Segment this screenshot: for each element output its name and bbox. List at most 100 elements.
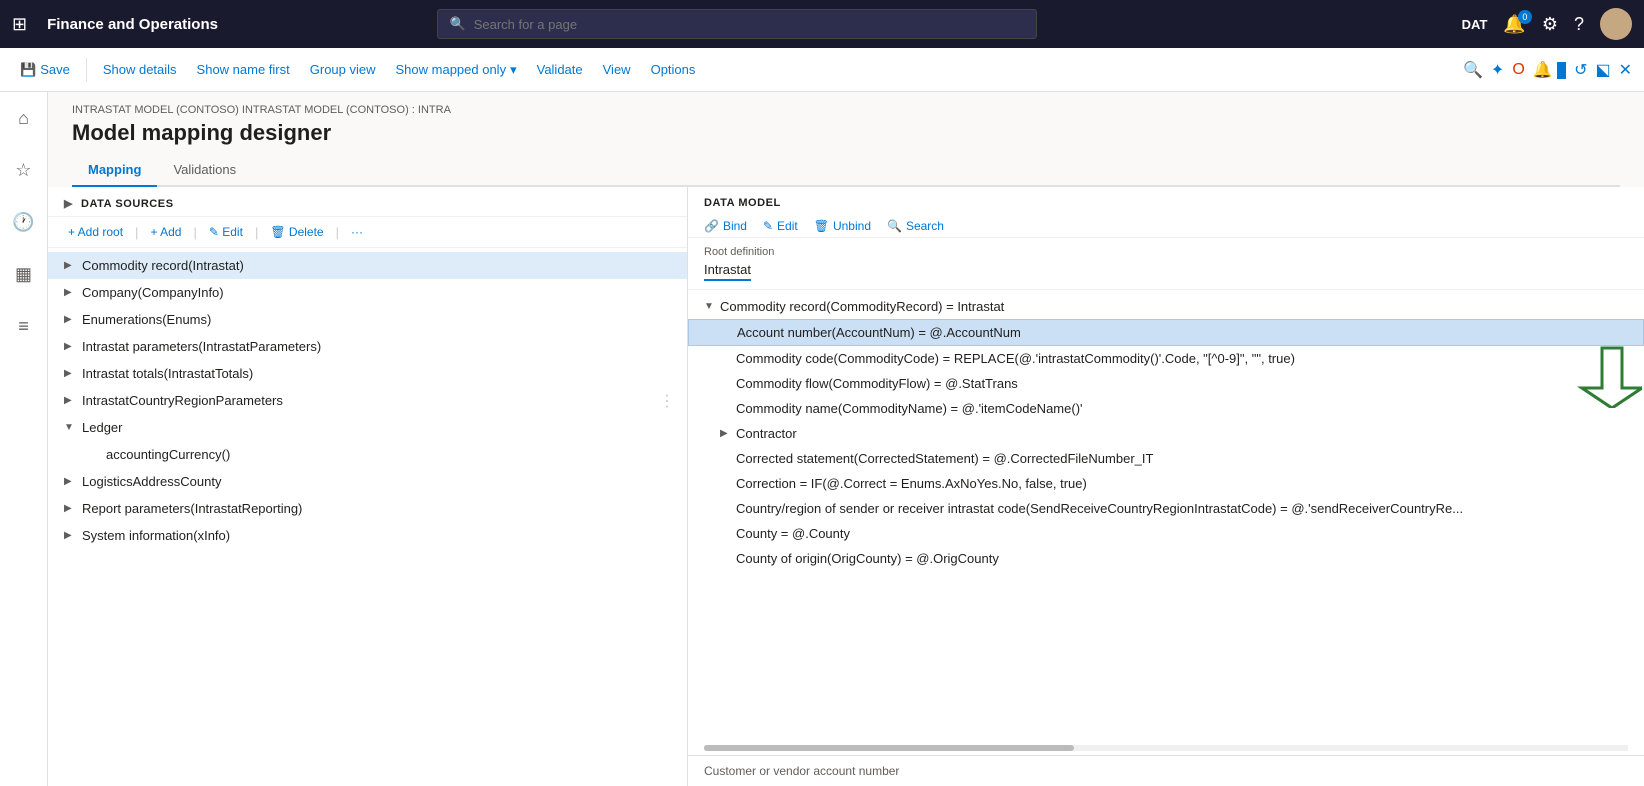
top-navigation: ⊞ Finance and Operations 🔍 DAT 🔔 0 ⚙ ? [0,0,1644,48]
datasources-tree: ▶ Commodity record(Intrastat) ▶ Company(… [48,248,687,786]
sidebar-icon-list[interactable]: ≡ [6,308,42,344]
expand-icon: ▶ [64,287,76,298]
validate-button[interactable]: Validate [529,58,591,81]
expand-icon: ▶ [64,341,76,352]
search-bar[interactable]: 🔍 [437,9,1037,39]
search-icon: 🔍 [887,219,902,233]
list-item[interactable]: ▶ Enumerations(Enums) [48,306,687,333]
app-title: Finance and Operations [47,16,218,33]
list-item[interactable]: Country/region of sender or receiver int… [688,496,1644,521]
user-avatar[interactable] [1600,8,1632,40]
show-mapped-only-button[interactable]: Show mapped only ▾ [388,58,525,82]
waffle-icon[interactable]: ⊞ [12,14,27,35]
breadcrumb: INTRASTAT MODEL (CONTOSO) INTRASTAT MODE… [72,104,1620,116]
toolbar-open-icon[interactable]: ⬕ [1595,60,1610,80]
datasources-toolbar: + Add root | + Add | ✎ Edit | 🗑 Delete |… [48,217,687,248]
expand-icon: ▶ [64,395,76,406]
expand-icon: ▶ [64,530,76,541]
notification-icon[interactable]: 🔔 0 [1503,14,1525,35]
sidebar-icon-favorites[interactable]: ☆ [6,152,42,188]
edit-button[interactable]: ✎ Edit [205,223,247,241]
expand-icon: ▼ [704,301,716,312]
expand-icon: ▶ [64,368,76,379]
help-icon[interactable]: ? [1574,14,1584,35]
expand-icon: ▶ [64,260,76,271]
list-item[interactable]: ▶ LogisticsAddressCounty [48,468,687,495]
datasources-header-label: DATA SOURCES [81,198,174,210]
notification-count: 0 [1518,10,1532,24]
list-item[interactable]: Correction = IF(@.Correct = Enums.AxNoYe… [688,471,1644,496]
view-button[interactable]: View [595,58,639,81]
datamodel-toolbar: 🔗 Bind ✎ Edit 🗑 Unbind 🔍 Search [688,215,1644,238]
list-item[interactable]: ▶ Intrastat totals(IntrastatTotals) [48,360,687,387]
bottom-status: Customer or vendor account number [688,755,1644,786]
options-button[interactable]: Options [643,58,704,81]
bind-button[interactable]: 🔗 Bind [704,219,747,233]
main-layout: ⌂ ☆ 🕐 ▦ ≡ INTRASTAT MODEL (CONTOSO) INTR… [0,92,1644,786]
list-item[interactable]: ▶ IntrastatCountryRegionParameters ⋮ [48,387,687,414]
list-item[interactable]: ▶ Commodity record(Intrastat) [48,252,687,279]
list-item[interactable]: Account number(AccountNum) = @.AccountNu… [688,319,1644,346]
toolbar-close-icon[interactable]: ✕ [1619,60,1632,80]
datasources-collapse-icon[interactable]: ▶ [64,197,73,210]
page-title: Model mapping designer [72,120,1620,146]
drag-dots-icon: ⋮ [659,391,675,411]
expand-icon: ▶ [720,428,732,439]
datamodel-header-label: DATA MODEL [688,187,1644,215]
list-item[interactable]: ▶ Intrastat parameters(IntrastatParamete… [48,333,687,360]
list-item[interactable]: Commodity code(CommodityCode) = REPLACE(… [688,346,1644,371]
group-view-button[interactable]: Group view [302,58,384,81]
unbind-button[interactable]: 🗑 Unbind [814,219,871,233]
datasources-header: ▶ DATA SOURCES [48,187,687,217]
edit-model-button[interactable]: ✎ Edit [763,219,798,233]
list-item[interactable]: ▼ Ledger [48,414,687,441]
list-item[interactable]: ▶ System information(xInfo) [48,522,687,549]
expand-icon: ▶ [64,476,76,487]
toolbar-office-icon[interactable]: O [1512,61,1524,79]
list-item[interactable]: Commodity flow(CommodityFlow) = @.StatTr… [688,371,1644,396]
delete-button[interactable]: 🗑 Delete [266,223,327,241]
list-item[interactable]: County = @.County [688,521,1644,546]
list-item[interactable]: County of origin(OrigCounty) = @.OrigCou… [688,546,1644,571]
toolbar-right: 🔍 ✦ O 🔔 0 ↺ ⬕ ✕ [1463,60,1632,80]
list-item[interactable]: ▼ Commodity record(CommodityRecord) = In… [688,294,1644,319]
env-badge: DAT [1462,17,1488,32]
panel-resize-handle[interactable] [683,187,687,786]
root-def-value: Intrastat [704,262,751,281]
sidebar-icon-recent[interactable]: 🕐 [6,204,42,240]
add-root-button[interactable]: + Add root [64,223,127,241]
bind-icon: 🔗 [704,219,719,233]
toolbar-search-icon[interactable]: 🔍 [1463,60,1483,80]
search-input[interactable] [474,17,1024,32]
list-item[interactable]: ▶ Contractor [688,421,1644,446]
tab-validations[interactable]: Validations [157,154,252,187]
root-definition-section: Root definition Intrastat [688,238,1644,290]
save-button[interactable]: 💾 Save [12,58,78,82]
show-details-button[interactable]: Show details [95,58,185,81]
toolbar-extension-icon[interactable]: ✦ [1491,60,1504,80]
tab-mapping[interactable]: Mapping [72,154,157,187]
list-item[interactable]: accountingCurrency() [48,441,687,468]
unbind-icon: 🗑 [814,219,829,233]
sidebar-icon-workspaces[interactable]: ▦ [6,256,42,292]
main-toolbar: 💾 Save Show details Show name first Grou… [0,48,1644,92]
sidebar-icon-home[interactable]: ⌂ [6,100,42,136]
edit-icon: ✎ [763,219,773,233]
toolbar-refresh-icon[interactable]: ↺ [1574,60,1587,80]
expand-icon: ▶ [64,503,76,514]
toolbar-notification-icon[interactable]: 🔔 0 [1533,60,1566,80]
list-item[interactable]: Corrected statement(CorrectedStatement) … [688,446,1644,471]
datamodel-panel: DATA MODEL 🔗 Bind ✎ Edit 🗑 Unbind [688,187,1644,786]
content-area: INTRASTAT MODEL (CONTOSO) INTRASTAT MODE… [48,92,1644,786]
show-name-first-button[interactable]: Show name first [189,58,298,81]
list-item[interactable]: ▶ Report parameters(IntrastatReporting) [48,495,687,522]
settings-icon[interactable]: ⚙ [1542,14,1558,35]
search-model-button[interactable]: 🔍 Search [887,219,944,233]
more-button[interactable]: ··· [347,223,367,241]
list-item[interactable]: Commodity name(CommodityName) = @.'itemC… [688,396,1644,421]
list-item[interactable]: ▶ Company(CompanyInfo) [48,279,687,306]
page-tabs: Mapping Validations [72,154,1620,187]
model-tree: ▼ Commodity record(CommodityRecord) = In… [688,290,1644,745]
expand-icon: ▶ [64,314,76,325]
add-button[interactable]: + Add [146,223,185,241]
